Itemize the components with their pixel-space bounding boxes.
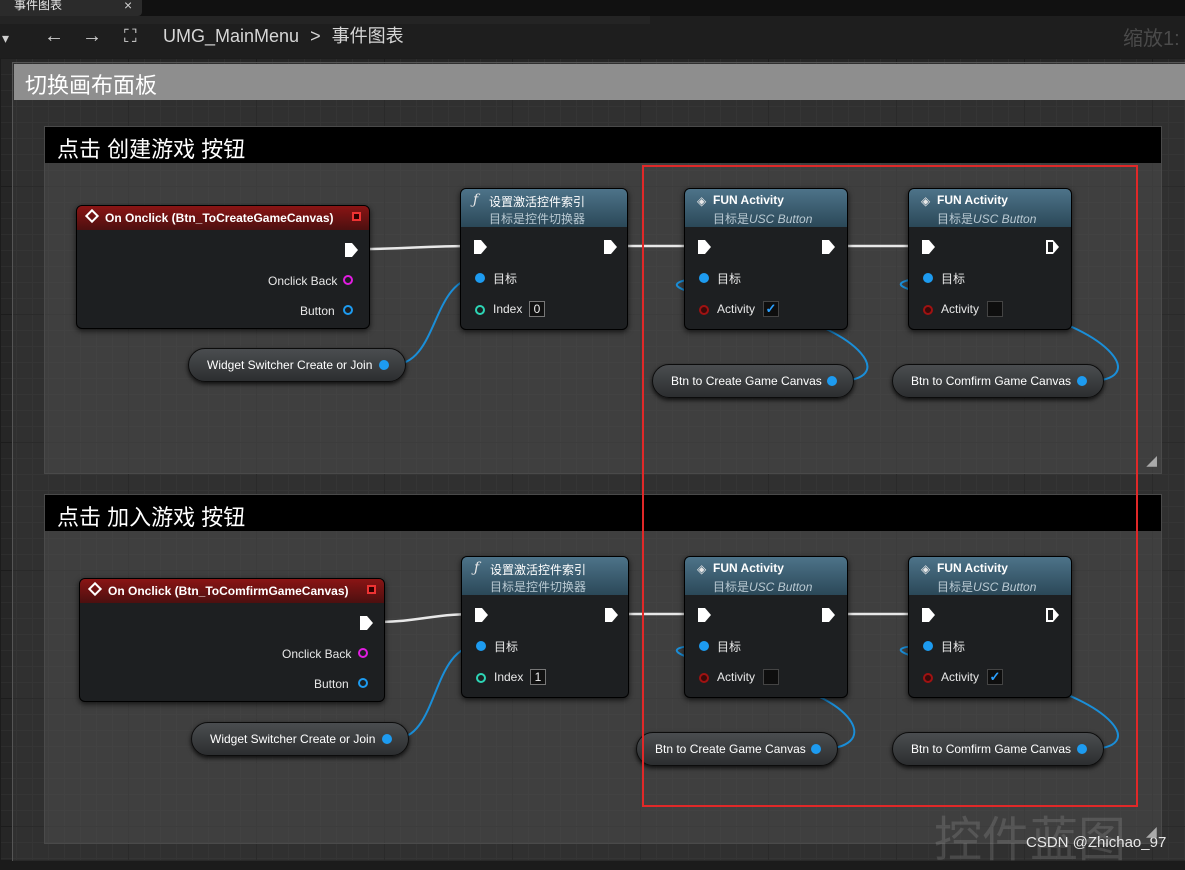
index-input[interactable]: 1 xyxy=(530,669,546,685)
breadcrumb-item-graph[interactable]: 事件图表 xyxy=(332,26,404,46)
variable-node[interactable]: Widget Switcher Create or Join xyxy=(188,348,406,382)
tab-strip xyxy=(0,0,1185,16)
function-icon: ƒ xyxy=(474,560,480,576)
object-pin[interactable] xyxy=(343,305,353,315)
red-highlight-box xyxy=(642,165,1138,807)
exec-out-pin[interactable] xyxy=(604,240,617,254)
exec-in-pin[interactable] xyxy=(475,608,488,622)
breadcrumb-separator-icon: > xyxy=(310,26,321,46)
event-node-join[interactable]: On Onclick (Btn_ToComfirmGameCanvas) Onc… xyxy=(79,578,385,702)
exec-out-pin[interactable] xyxy=(345,243,358,257)
variable-label: Widget Switcher Create or Join xyxy=(210,732,376,746)
pin-label: Onclick Back xyxy=(282,647,352,661)
comment-title: 点击 创建游戏 按钮 xyxy=(57,137,246,162)
object-pin[interactable] xyxy=(382,734,392,744)
object-pin[interactable] xyxy=(358,678,368,688)
exec-out-pin[interactable] xyxy=(605,608,618,622)
breadcrumb-item-asset[interactable]: UMG_MainMenu xyxy=(163,26,299,46)
event-icon xyxy=(84,208,100,224)
function-icon: ƒ xyxy=(473,192,479,208)
exec-out-pin[interactable] xyxy=(360,616,373,630)
breadcrumb: UMG_MainMenu > 事件图表 xyxy=(163,22,410,48)
int-pin[interactable] xyxy=(476,673,486,683)
tab-event-graph[interactable]: 事件图表 × xyxy=(0,0,142,16)
hierarchy-icon: ⛶ xyxy=(124,26,137,46)
int-pin[interactable] xyxy=(475,305,485,315)
pin-label: Index xyxy=(493,302,523,316)
tab-close-icon[interactable]: × xyxy=(124,0,132,16)
comment-header[interactable]: 点击 创建游戏 按钮 xyxy=(45,127,1161,163)
delegate-pin[interactable] xyxy=(358,648,368,658)
delegate-close-icon[interactable] xyxy=(367,585,376,594)
resize-grip-icon[interactable]: ◢ xyxy=(1146,823,1157,840)
pin-label: 目标 xyxy=(494,640,519,654)
object-pin[interactable] xyxy=(476,641,486,651)
set-index-node[interactable]: ƒ 设置激活控件索引 目标是控件切换器 目标 Index 0 xyxy=(460,188,628,330)
menu-chevron-icon[interactable]: ▾ xyxy=(2,28,9,48)
node-subtitle: 目标是控件切换器 xyxy=(489,212,586,226)
back-arrow-icon[interactable]: ← xyxy=(44,26,64,46)
outer-comment-header[interactable]: 切换画布面板 xyxy=(14,64,1185,100)
zoom-level: 缩放1: xyxy=(1123,28,1180,50)
node-subtitle: 目标是控件切换器 xyxy=(490,580,587,594)
resize-grip-icon[interactable]: ◢ xyxy=(1146,452,1157,469)
node-title: 设置激活控件索引 xyxy=(489,195,586,209)
variable-label: Widget Switcher Create or Join xyxy=(207,358,373,372)
outer-comment-title: 切换画布面板 xyxy=(25,73,158,98)
pin-label: Button xyxy=(314,677,349,691)
exec-in-pin[interactable] xyxy=(474,240,487,254)
object-pin[interactable] xyxy=(379,360,389,370)
forward-arrow-icon[interactable]: → xyxy=(82,26,102,46)
event-title: On Onclick (Btn_ToCreateGameCanvas) xyxy=(105,211,334,225)
pin-label: 目标 xyxy=(493,272,518,286)
pin-label: Onclick Back xyxy=(268,274,338,288)
delegate-close-icon[interactable] xyxy=(352,212,361,221)
event-node-create[interactable]: On Onclick (Btn_ToCreateGameCanvas) Oncl… xyxy=(76,205,370,329)
pin-label: Index xyxy=(494,670,524,684)
variable-node[interactable]: Widget Switcher Create or Join xyxy=(191,722,409,756)
object-pin[interactable] xyxy=(475,273,485,283)
set-index-node[interactable]: ƒ 设置激活控件索引 目标是控件切换器 目标 Index 1 xyxy=(461,556,629,698)
tab-title: 事件图表 xyxy=(14,0,63,12)
pin-label: Button xyxy=(300,304,335,318)
event-title: On Onclick (Btn_ToComfirmGameCanvas) xyxy=(108,584,349,598)
comment-title: 点击 加入游戏 按钮 xyxy=(57,505,246,530)
event-icon xyxy=(87,581,103,597)
delegate-pin[interactable] xyxy=(343,275,353,285)
index-input[interactable]: 0 xyxy=(529,301,545,317)
node-title: 设置激活控件索引 xyxy=(490,563,587,577)
